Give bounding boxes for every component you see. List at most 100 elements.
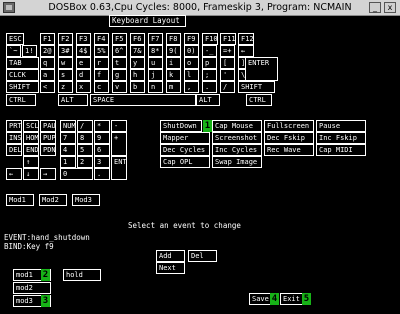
key-kp-divide[interactable]: / — [77, 120, 93, 132]
event-inc-cycles[interactable]: Inc Cycles — [212, 144, 262, 156]
key-g[interactable]: g — [112, 69, 127, 81]
key-5[interactable]: 5% — [94, 45, 109, 57]
key-grave[interactable]: `~ — [6, 45, 21, 57]
key-d[interactable]: d — [76, 69, 91, 81]
key-left-ctrl[interactable]: CTRL — [6, 94, 36, 106]
key-3[interactable]: 3# — [58, 45, 73, 57]
key-kp-2[interactable]: 2 — [77, 156, 93, 168]
key-y[interactable]: y — [130, 57, 145, 69]
key-kp-period[interactable]: . — [94, 168, 110, 180]
key-comma[interactable]: , — [184, 81, 199, 93]
key-left-shift[interactable]: SHIFT — [6, 81, 39, 93]
key-backslash[interactable]: \ — [238, 69, 246, 81]
add-bind-button[interactable]: Add — [156, 250, 185, 262]
key-enter[interactable]: ENTER — [245, 57, 278, 81]
minimize-button[interactable]: _ — [369, 2, 381, 13]
key-arrow-left[interactable]: ← — [6, 168, 22, 180]
hold-toggle[interactable]: hold — [63, 269, 101, 281]
key-less-than[interactable]: < — [40, 81, 55, 93]
key-a[interactable]: a — [40, 69, 55, 81]
key-kp-multiply[interactable]: * — [94, 120, 110, 132]
key-f[interactable]: f — [94, 69, 109, 81]
event-dec-fskip[interactable]: Dec Fskip — [264, 132, 314, 144]
key-kp-1[interactable]: 1 — [60, 156, 76, 168]
key-backspace[interactable]: ← — [238, 45, 254, 57]
key-quote[interactable]: ' — [220, 69, 235, 81]
key-arrow-right[interactable]: → — [40, 168, 56, 180]
key-right-shift[interactable]: SHIFT — [238, 81, 275, 93]
key-o[interactable]: o — [184, 57, 199, 69]
close-button[interactable]: x — [384, 2, 396, 13]
key-tab[interactable]: TAB — [6, 57, 39, 69]
key-kp-3[interactable]: 3 — [94, 156, 110, 168]
key-n[interactable]: n — [148, 81, 163, 93]
event-mapper[interactable]: Mapper — [160, 132, 210, 144]
key-u[interactable]: u — [148, 57, 163, 69]
key-6[interactable]: 6^ — [112, 45, 127, 57]
key-f12[interactable]: F12 — [238, 33, 254, 45]
key-arrow-up[interactable]: ↑ — [23, 156, 39, 168]
event-shutdown[interactable]: ShutDown — [160, 120, 202, 132]
mod2-event-button[interactable]: Mod2 — [39, 194, 67, 206]
event-rec-wave[interactable]: Rec Wave — [264, 144, 314, 156]
event-inc-fskip[interactable]: Inc Fskip — [316, 132, 366, 144]
key-r[interactable]: r — [94, 57, 109, 69]
key-pause[interactable]: PAU — [40, 120, 56, 132]
key-i[interactable]: i — [166, 57, 181, 69]
key-f9[interactable]: F9 — [184, 33, 199, 45]
key-kp-5[interactable]: 5 — [77, 144, 93, 156]
key-p[interactable]: p — [202, 57, 217, 69]
event-cap-midi[interactable]: Cap MIDI — [316, 144, 366, 156]
key-kp-minus[interactable]: - — [111, 120, 127, 132]
key-f10[interactable]: F10 — [202, 33, 218, 45]
mod1-event-button[interactable]: Mod1 — [6, 194, 34, 206]
key-page-down[interactable]: PDN — [40, 144, 56, 156]
key-end[interactable]: END — [23, 144, 39, 156]
key-period[interactable]: . — [202, 81, 217, 93]
event-fullscreen[interactable]: Fullscreen — [264, 120, 314, 132]
key-l[interactable]: l — [184, 69, 199, 81]
key-v[interactable]: v — [112, 81, 127, 93]
key-slash[interactable]: / — [220, 81, 235, 93]
key-f5[interactable]: F5 — [112, 33, 127, 45]
window-titlebar[interactable]: DOSBox 0.63,Cpu Cycles: 8000, Frameskip … — [0, 0, 400, 16]
key-0[interactable]: 0) — [184, 45, 199, 57]
key-w[interactable]: w — [58, 57, 73, 69]
key-scroll-lock[interactable]: SCL — [23, 120, 39, 132]
event-pause[interactable]: Pause — [316, 120, 366, 132]
key-s[interactable]: s — [58, 69, 73, 81]
key-j[interactable]: j — [148, 69, 163, 81]
key-2[interactable]: 2@ — [40, 45, 55, 57]
key-f6[interactable]: F6 — [130, 33, 145, 45]
next-bind-button[interactable]: Next — [156, 262, 185, 274]
key-f11[interactable]: F11 — [220, 33, 236, 45]
key-8[interactable]: 8* — [148, 45, 163, 57]
mod2-toggle[interactable]: mod2 — [13, 282, 51, 294]
key-f1[interactable]: F1 — [40, 33, 55, 45]
key-delete[interactable]: DEL — [6, 144, 22, 156]
key-kp-6[interactable]: 6 — [94, 144, 110, 156]
key-4[interactable]: 4$ — [76, 45, 91, 57]
key-right-ctrl[interactable]: CTRL — [246, 94, 272, 106]
key-f7[interactable]: F7 — [148, 33, 163, 45]
key-kp-7[interactable]: 7 — [60, 132, 76, 144]
key-kp-8[interactable]: 8 — [77, 132, 93, 144]
delete-bind-button[interactable]: Del — [188, 250, 217, 262]
key-kp-enter[interactable]: ENT — [111, 156, 127, 180]
key-arrow-down[interactable]: ↓ — [23, 168, 39, 180]
key-q[interactable]: q — [40, 57, 55, 69]
key-space[interactable]: SPACE — [90, 94, 196, 106]
key-kp-9[interactable]: 9 — [94, 132, 110, 144]
key-t[interactable]: t — [112, 57, 127, 69]
key-kp-4[interactable]: 4 — [60, 144, 76, 156]
key-kp-plus[interactable]: + — [111, 132, 127, 156]
key-minus[interactable]: -_ — [202, 45, 217, 57]
event-dec-cycles[interactable]: Dec Cycles — [160, 144, 210, 156]
key-num-lock[interactable]: NUM — [60, 120, 76, 132]
key-e[interactable]: e — [76, 57, 91, 69]
key-semicolon[interactable]: ; — [202, 69, 217, 81]
mod3-event-button[interactable]: Mod3 — [72, 194, 100, 206]
key-7[interactable]: 7& — [130, 45, 145, 57]
key-m[interactable]: m — [166, 81, 181, 93]
key-1[interactable]: 1! — [22, 45, 37, 57]
